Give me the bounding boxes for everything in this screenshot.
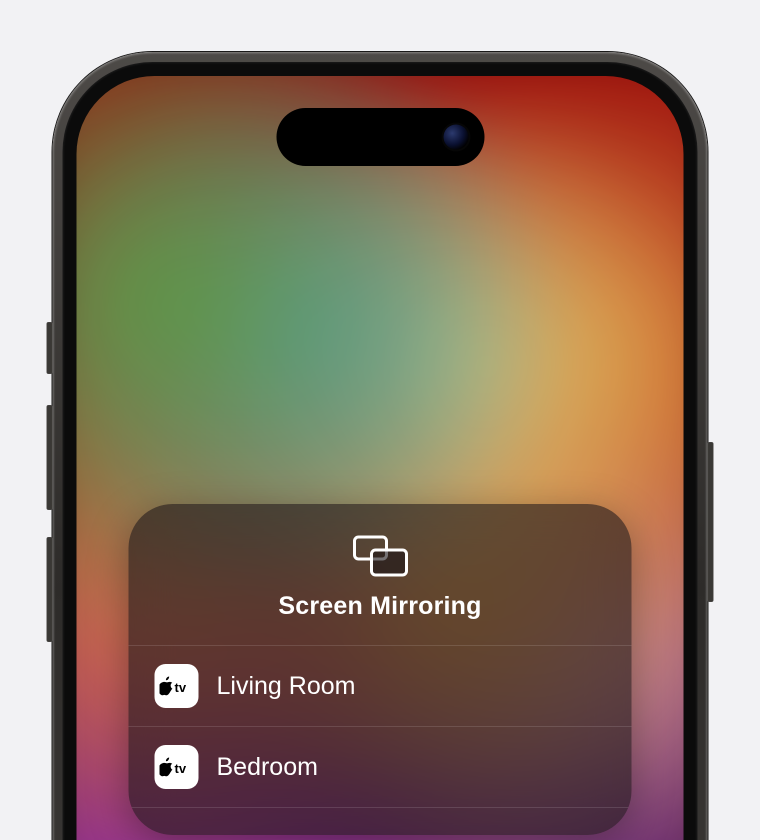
power-button[interactable]	[708, 442, 714, 602]
phone-frame: Screen Mirroring tv Living Room	[53, 52, 708, 840]
panel-title: Screen Mirroring	[278, 592, 481, 621]
apple-tv-icon: tv	[155, 745, 199, 789]
device-row-bedroom[interactable]: tv Bedroom	[129, 726, 632, 807]
dynamic-island	[276, 108, 484, 166]
screen-mirroring-panel: Screen Mirroring tv Living Room	[129, 504, 632, 835]
front-camera	[443, 125, 468, 150]
panel-header: Screen Mirroring	[129, 504, 632, 645]
volume-up-button[interactable]	[47, 405, 53, 510]
device-label: Living Room	[217, 672, 356, 701]
svg-text:tv: tv	[175, 680, 187, 695]
svg-text:tv: tv	[175, 761, 187, 776]
apple-tv-icon: tv	[155, 664, 199, 708]
device-row-extra[interactable]	[129, 807, 632, 835]
volume-down-button[interactable]	[47, 537, 53, 642]
screen-mirroring-icon	[351, 534, 409, 578]
device-row-living-room[interactable]: tv Living Room	[129, 645, 632, 726]
device-label: Bedroom	[217, 753, 318, 782]
mute-switch[interactable]	[47, 322, 53, 374]
phone-screen: Screen Mirroring tv Living Room	[77, 76, 684, 840]
